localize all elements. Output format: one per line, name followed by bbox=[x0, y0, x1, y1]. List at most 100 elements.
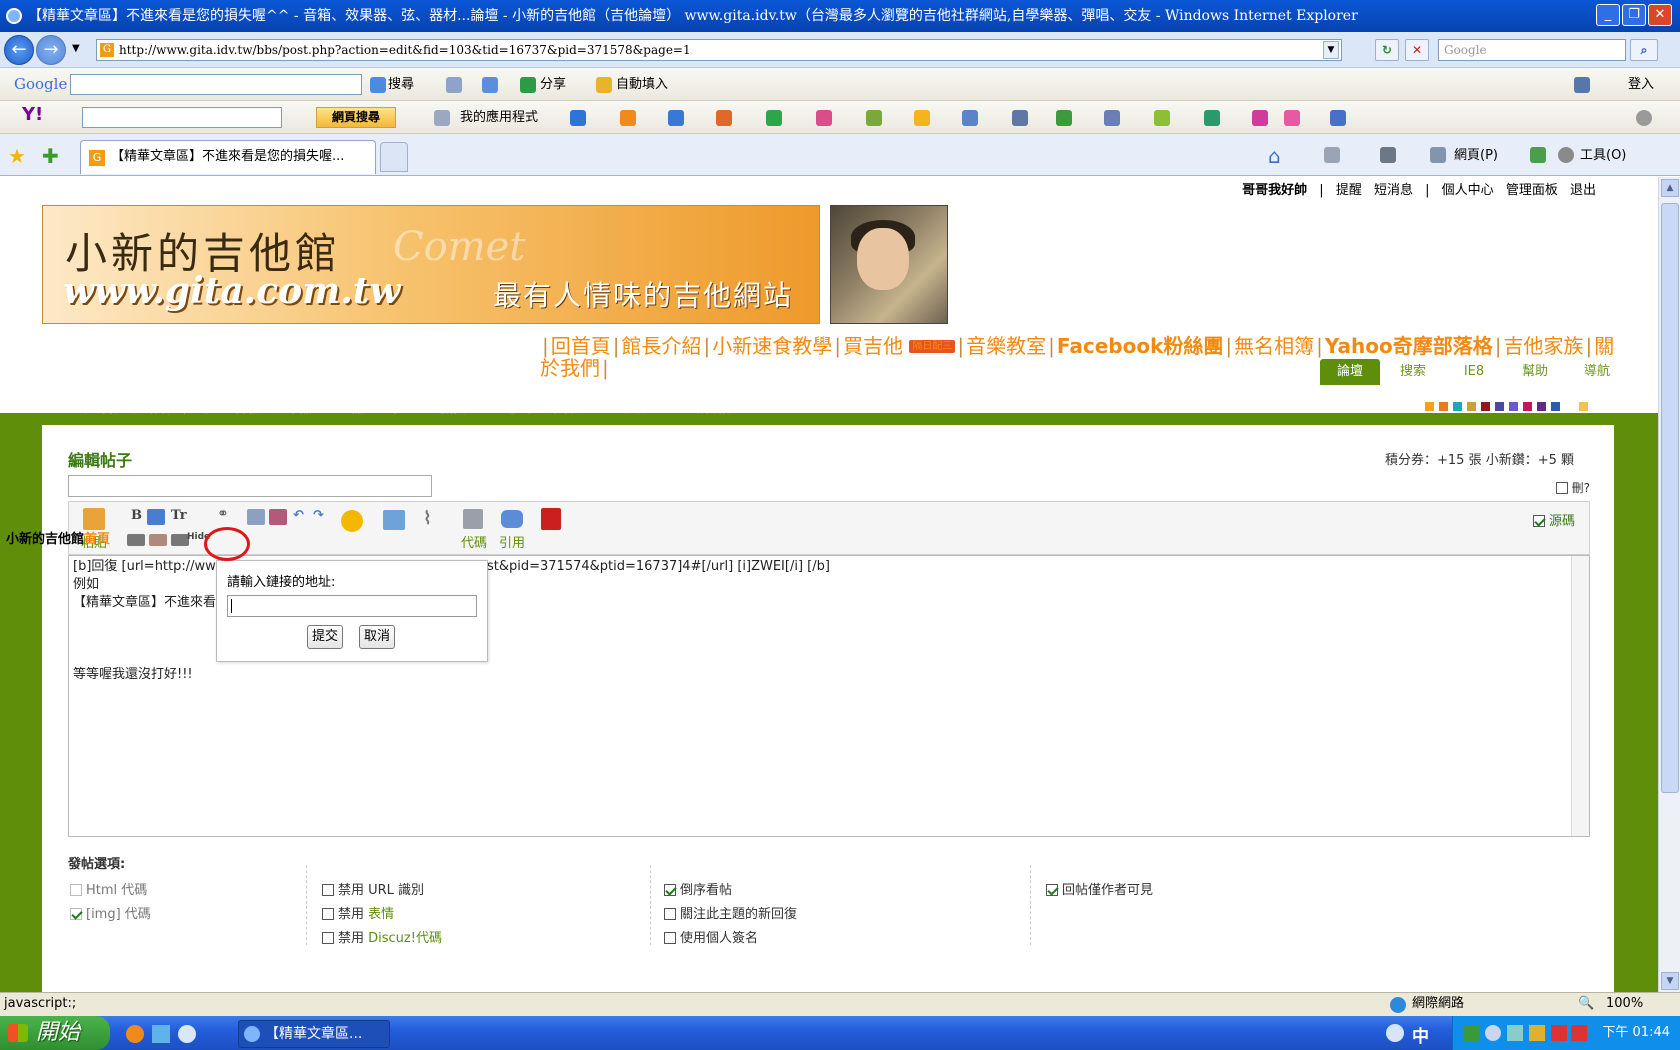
plus-icon[interactable] bbox=[482, 77, 498, 93]
toolbar-icon-3[interactable] bbox=[766, 110, 782, 126]
page-icon[interactable] bbox=[446, 77, 462, 93]
link-icon[interactable]: ⚭ bbox=[217, 506, 229, 522]
tab-ie8[interactable]: IE8 bbox=[1446, 359, 1502, 385]
toolbar-icon-12[interactable] bbox=[1204, 110, 1220, 126]
favorites-star-icon[interactable]: ★ bbox=[8, 144, 26, 168]
option-disable-smilies[interactable]: 禁用 表情 bbox=[322, 903, 394, 922]
quote-button[interactable]: 引用 bbox=[499, 532, 525, 551]
toolbar-icon-10[interactable] bbox=[1104, 110, 1120, 126]
color-swatch[interactable] bbox=[1466, 401, 1477, 412]
reverse-order-checkbox[interactable] bbox=[664, 884, 676, 896]
color-swatch[interactable] bbox=[1494, 401, 1505, 412]
toolbar-icon-9[interactable] bbox=[1056, 110, 1072, 126]
reminder-link[interactable]: 提醒 bbox=[1336, 183, 1362, 198]
discuz-code-link[interactable]: Discuz!代碼 bbox=[368, 931, 442, 946]
toolbar-icon-2[interactable] bbox=[716, 110, 732, 126]
submit-button[interactable]: 提交 bbox=[307, 625, 343, 649]
option-watch-thread[interactable]: 關注此主題的新回復 bbox=[664, 903, 797, 922]
undo-icon[interactable]: ↶ bbox=[293, 508, 304, 523]
delete-checkbox[interactable] bbox=[1555, 482, 1568, 494]
paste-icon[interactable] bbox=[83, 508, 105, 530]
option-reverse-order[interactable]: 倒序看帖 bbox=[664, 879, 732, 898]
toolbar-icon-8[interactable] bbox=[1012, 110, 1028, 126]
tray-icon-5[interactable] bbox=[1551, 1025, 1567, 1041]
autofill-button[interactable]: 自動填入 bbox=[616, 77, 668, 93]
html-code-checkbox[interactable] bbox=[70, 884, 82, 896]
use-signature-checkbox[interactable] bbox=[664, 932, 676, 944]
stop-icon[interactable]: ✕ bbox=[1405, 39, 1429, 61]
tab-help[interactable]: 幫助 bbox=[1506, 359, 1564, 385]
disable-discuz-checkbox[interactable] bbox=[322, 932, 334, 944]
toolbar-icon-5[interactable] bbox=[866, 110, 882, 126]
tray-icon-6[interactable] bbox=[1571, 1025, 1587, 1041]
unlink-icon[interactable] bbox=[247, 509, 265, 525]
yahoo-search-input[interactable] bbox=[82, 107, 282, 128]
scroll-thumb[interactable] bbox=[1661, 203, 1679, 793]
nav-music-class[interactable]: 音樂教室 bbox=[966, 334, 1046, 358]
search-go-icon[interactable]: ⌕ bbox=[1630, 39, 1658, 61]
color-swatch[interactable] bbox=[1578, 401, 1589, 412]
nav-home[interactable]: 回首頁 bbox=[551, 334, 611, 358]
source-checkbox[interactable] bbox=[1532, 515, 1545, 527]
tray-icon-2[interactable] bbox=[1485, 1025, 1501, 1041]
color-swatch[interactable] bbox=[1564, 401, 1575, 412]
font-size-button[interactable]: Tr bbox=[171, 508, 187, 523]
google-search-button[interactable]: 搜尋 bbox=[388, 77, 414, 93]
new-tab-button[interactable] bbox=[380, 142, 408, 172]
color-swatch[interactable] bbox=[1550, 401, 1561, 412]
color-swatch[interactable] bbox=[1424, 401, 1435, 412]
toolbar-icon-1[interactable] bbox=[570, 110, 586, 126]
nav-yahoo-blog[interactable]: Yahoo奇摩部落格 bbox=[1325, 334, 1493, 358]
link-url-input[interactable] bbox=[227, 595, 477, 617]
bold-button[interactable]: B bbox=[131, 508, 142, 523]
scroll-down-icon[interactable]: ▼ bbox=[1661, 972, 1679, 990]
ime-indicator[interactable]: 中 bbox=[1412, 1022, 1429, 1047]
smilies-link[interactable]: 表情 bbox=[368, 907, 394, 922]
table-icon[interactable] bbox=[149, 534, 167, 546]
my-apps-button[interactable]: 我的應用程式 bbox=[460, 110, 538, 126]
nav-facebook[interactable]: Facebook粉絲團 bbox=[1057, 334, 1224, 358]
nav-about-owner[interactable]: 館長介紹 bbox=[622, 334, 702, 358]
add-favorites-icon[interactable]: ✚ bbox=[42, 144, 59, 168]
disable-url-checkbox[interactable] bbox=[322, 884, 334, 896]
personal-center-link[interactable]: 個人中心 bbox=[1442, 183, 1494, 198]
option-img-code[interactable]: [img] 代碼 bbox=[70, 903, 151, 922]
color-swatch[interactable] bbox=[1438, 401, 1449, 412]
nav-guitar-family[interactable]: 吉他家族 bbox=[1504, 334, 1584, 358]
language-bar-icon[interactable] bbox=[1386, 1024, 1404, 1042]
maximize-button[interactable]: ❐ bbox=[1622, 4, 1646, 26]
address-dropdown-icon[interactable]: ▼ bbox=[1323, 41, 1339, 59]
floating-site-label[interactable]: 小新的吉他館首頁 bbox=[6, 528, 110, 547]
admin-panel-link[interactable]: 管理面板 bbox=[1506, 183, 1558, 198]
img-code-checkbox[interactable] bbox=[70, 908, 82, 920]
redo-icon[interactable]: ↷ bbox=[313, 508, 324, 523]
toolbar-icon-4[interactable] bbox=[816, 110, 832, 126]
toolbar-icon-11[interactable] bbox=[1154, 110, 1170, 126]
quote-icon[interactable] bbox=[501, 510, 523, 528]
smiley-icon[interactable] bbox=[341, 510, 363, 532]
nav-album[interactable]: 無名相簿 bbox=[1234, 334, 1314, 358]
messenger-icon[interactable] bbox=[152, 1025, 170, 1043]
color-swatch[interactable] bbox=[1508, 401, 1519, 412]
site-banner[interactable]: Comet 小新的吉他館 www.gita.com.tw 最有人情味的吉他網站 bbox=[42, 205, 820, 324]
color-swatch[interactable] bbox=[1480, 401, 1491, 412]
refresh-icon[interactable]: ↻ bbox=[1375, 39, 1399, 61]
network-icon[interactable] bbox=[1463, 1025, 1479, 1041]
code-button[interactable]: 代碼 bbox=[461, 532, 487, 551]
nav-quick-lessons[interactable]: 小新速食教學 bbox=[712, 334, 832, 358]
tab-nav[interactable]: 導航 bbox=[1568, 359, 1626, 385]
history-dropdown-icon[interactable]: ▼ bbox=[72, 43, 80, 54]
research-icon[interactable] bbox=[1530, 147, 1546, 163]
option-author-only[interactable]: 回帖僅作者可見 bbox=[1046, 879, 1153, 898]
page-scrollbar[interactable]: ▲ ▼ bbox=[1658, 177, 1680, 992]
source-toggle[interactable]: 源碼 bbox=[1532, 510, 1575, 529]
mail-icon[interactable] bbox=[668, 110, 684, 126]
minimize-button[interactable]: _ bbox=[1596, 4, 1620, 26]
back-icon[interactable]: ← bbox=[4, 35, 34, 65]
settings-gear-icon[interactable] bbox=[1636, 110, 1652, 126]
option-use-signature[interactable]: 使用個人簽名 bbox=[664, 927, 758, 946]
live-search-input[interactable]: Google bbox=[1438, 39, 1626, 61]
color-swatch[interactable] bbox=[1536, 401, 1547, 412]
subject-input[interactable] bbox=[68, 475, 432, 497]
media-player-icon[interactable] bbox=[178, 1025, 196, 1043]
